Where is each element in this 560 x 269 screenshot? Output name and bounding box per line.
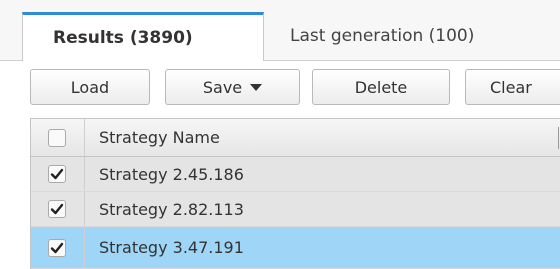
column-divider[interactable] [558,127,559,149]
tab-results-label: Results (3890) [53,28,193,48]
checkmark-icon [50,203,64,215]
load-button-label: Load [70,77,110,97]
tab-last-generation[interactable]: Last generation (100) [265,12,560,60]
grid-header-row: Strategy Name [31,119,560,157]
checkmark-icon [50,168,64,180]
strategy-name-cell: Strategy 2.82.113 [99,192,244,226]
table-row[interactable]: Strategy 3.47.191 [31,227,560,269]
table-row[interactable]: Strategy 2.82.113 [31,192,560,227]
row-check-cell [31,227,85,268]
tab-bar: Results (3890) Last generation (100) [0,0,560,61]
delete-button[interactable]: Delete [312,69,450,105]
delete-button-label: Delete [354,77,408,97]
clear-button[interactable]: Clear [465,69,560,105]
toolbar: Load Save Delete Clear [0,61,560,117]
row-check-cell [31,192,85,226]
strategy-name-cell: Strategy 2.45.186 [99,157,244,191]
save-dropdown-button[interactable]: Save [165,69,300,105]
caret-down-icon [250,83,263,91]
select-all-checkbox[interactable] [48,128,66,147]
save-button-label: Save [202,77,243,97]
row-check-cell [31,157,85,191]
row-checkbox[interactable] [48,238,66,257]
column-header-strategy-name[interactable]: Strategy Name [99,119,220,156]
strategy-name: Strategy 3.47.191 [99,238,244,257]
table-row[interactable]: Strategy 2.45.186 [31,157,560,192]
strategy-name: Strategy 2.82.113 [99,199,244,219]
clear-button-label: Clear [490,77,532,97]
checkmark-icon [50,242,64,253]
strategy-name: Strategy 2.45.186 [99,164,244,184]
load-button[interactable]: Load [30,69,150,105]
header-check-cell [31,119,85,156]
strategy-grid: Strategy Name Strategy 2.45.186 Strategy… [30,118,560,269]
row-checkbox[interactable] [48,165,66,183]
row-checkbox[interactable] [48,200,66,218]
tab-last-generation-label: Last generation (100) [290,26,475,46]
column-header-label: Strategy Name [99,128,220,147]
tab-results[interactable]: Results (3890) [22,12,264,61]
strategy-name-cell: Strategy 3.47.191 [99,227,244,268]
